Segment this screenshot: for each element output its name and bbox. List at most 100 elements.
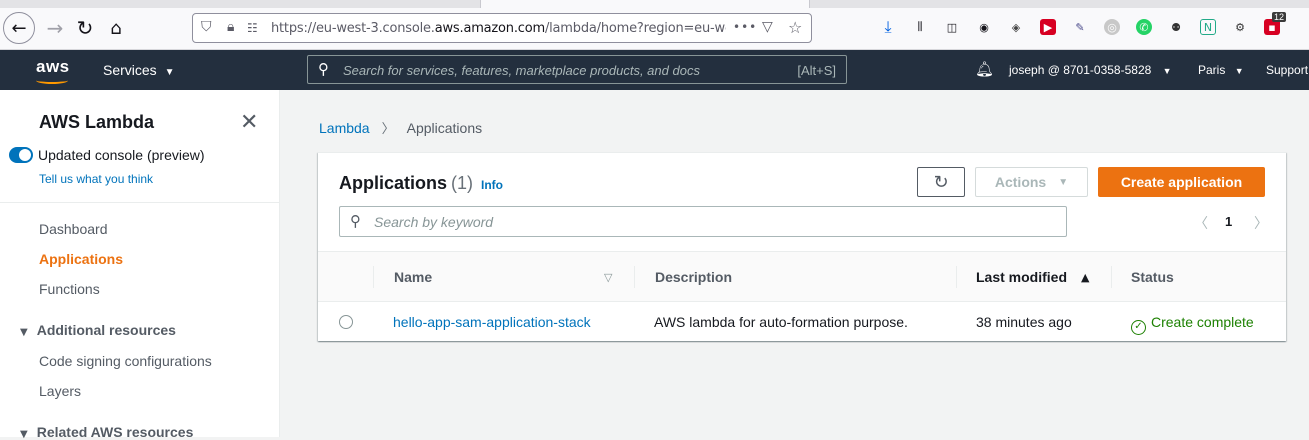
reload-button[interactable]: ↻ xyxy=(70,13,100,43)
caret-down-icon: ▼ xyxy=(20,327,28,338)
column-last-modified[interactable]: Last modified xyxy=(976,269,1067,285)
column-divider xyxy=(634,266,635,288)
status-badge: ✓ Create complete xyxy=(1131,314,1254,335)
table-row[interactable]: hello-app-sam-application-stack AWS lamb… xyxy=(318,302,1286,342)
breadcrumb: Lambda 〉 Applications xyxy=(319,118,482,137)
caret-down-icon: ▼ xyxy=(1234,66,1244,76)
active-tab[interactable] xyxy=(480,0,810,8)
extension-red-icon[interactable]: ▶ xyxy=(1040,19,1056,35)
column-status[interactable]: Status xyxy=(1131,269,1174,285)
permissions-icon[interactable]: ☷ xyxy=(247,21,258,35)
sidebar-title: AWS Lambda xyxy=(39,112,155,132)
library-icon[interactable]: ⫼ xyxy=(912,19,928,35)
extension-gear-icon[interactable]: ⚙ xyxy=(1232,19,1248,35)
account-icon[interactable]: ◉ xyxy=(976,19,992,35)
section-label: Related AWS resources xyxy=(36,424,194,440)
actions-button[interactable]: Actions ▼ xyxy=(975,167,1088,197)
search-icon: ⚲ xyxy=(350,212,361,230)
caret-down-icon: ▼ xyxy=(1162,66,1172,76)
extension-tag-icon[interactable]: ◈ xyxy=(1008,19,1024,35)
previous-page-icon[interactable]: 〈 xyxy=(1194,213,1208,233)
notification-badge: 12 xyxy=(1272,12,1287,22)
back-button[interactable]: ← xyxy=(3,12,35,44)
refresh-button[interactable]: ↻ xyxy=(917,167,965,197)
next-page-icon[interactable]: 〉 xyxy=(1254,213,1268,233)
sort-ascending-icon[interactable]: ▲ xyxy=(1081,271,1089,284)
aws-smile-icon xyxy=(36,77,68,84)
region-label: Paris xyxy=(1198,63,1226,77)
sidebar-divider xyxy=(0,202,279,203)
actions-label: Actions xyxy=(994,174,1047,190)
check-circle-icon: ✓ xyxy=(1131,320,1146,335)
section-label: Additional resources xyxy=(36,322,176,338)
column-description[interactable]: Description xyxy=(655,269,732,285)
url-path: /lambda/home?region=eu-west-3 xyxy=(544,21,726,36)
sort-icon[interactable]: ▽ xyxy=(604,271,612,284)
global-search[interactable]: ⚲ Search for services, features, marketp… xyxy=(307,55,847,84)
caret-down-icon: ▼ xyxy=(164,67,175,78)
status-text: Create complete xyxy=(1151,314,1254,330)
column-divider xyxy=(373,266,374,288)
application-count: (1) xyxy=(451,173,474,193)
bell-icon[interactable]: 🔔︎ xyxy=(975,60,994,78)
application-description: AWS lambda for auto-formation purpose. xyxy=(654,314,908,330)
column-divider xyxy=(956,266,957,288)
caret-down-icon: ▼ xyxy=(20,429,28,440)
sidebar-item-applications[interactable]: Applications xyxy=(39,251,123,267)
preview-toggle-label: Updated console (preview) xyxy=(38,147,205,163)
forward-button[interactable]: → xyxy=(40,13,70,43)
search-icon: ⚲ xyxy=(318,60,329,78)
aws-logo[interactable]: aws xyxy=(36,57,70,77)
extension-n-icon[interactable]: N xyxy=(1200,19,1216,35)
current-page[interactable]: 1 xyxy=(1225,214,1232,229)
sidebar-item-layers[interactable]: Layers xyxy=(39,383,81,399)
services-label: Services xyxy=(103,62,157,78)
preview-toggle[interactable] xyxy=(9,147,33,163)
sidebar-item-code-signing[interactable]: Code signing configurations xyxy=(39,353,212,369)
feedback-link[interactable]: Tell us what you think xyxy=(39,172,153,186)
pocket-icon[interactable]: ▽ xyxy=(762,19,773,35)
eyedropper-icon[interactable]: ✎ xyxy=(1072,19,1088,35)
url-text[interactable]: https://eu-west-3.console.aws.amazon.com… xyxy=(271,21,726,36)
keyword-search-placeholder: Search by keyword xyxy=(374,214,494,230)
breadcrumb-current: Applications xyxy=(406,120,483,136)
extension-grey-icon[interactable]: ◎ xyxy=(1104,19,1120,35)
support-menu[interactable]: Support xyxy=(1266,63,1308,77)
create-application-button[interactable]: Create application xyxy=(1098,167,1265,197)
shield-icon[interactable]: ⛉ xyxy=(201,19,212,35)
url-bar[interactable]: ⛉ 🔒︎ ☷ https://eu-west-3.console.aws.ama… xyxy=(192,13,812,43)
sidebar: AWS Lambda ✕ Updated console (preview) T… xyxy=(0,90,280,440)
additional-resources-section[interactable]: ▼ Additional resources xyxy=(20,322,176,338)
url-domain: aws.amazon.com xyxy=(434,21,545,36)
sidebar-icon[interactable]: ◫ xyxy=(944,19,960,35)
related-resources-section[interactable]: ▼ Related AWS resources xyxy=(20,424,193,440)
panel-title-text: Applications xyxy=(339,173,448,193)
application-name-link[interactable]: hello-app-sam-application-stack xyxy=(393,314,591,330)
application-last-modified: 38 minutes ago xyxy=(976,314,1072,330)
column-divider xyxy=(1111,266,1112,288)
sidebar-item-functions[interactable]: Functions xyxy=(39,281,100,297)
chevron-right-icon: 〉 xyxy=(381,122,395,137)
whatsapp-icon[interactable]: ✆ xyxy=(1136,19,1152,35)
sidebar-item-dashboard[interactable]: Dashboard xyxy=(39,221,108,237)
region-menu[interactable]: Paris ▼ xyxy=(1198,63,1244,77)
bookmark-star-icon[interactable]: ☆ xyxy=(788,18,802,37)
global-search-placeholder: Search for services, features, marketpla… xyxy=(343,63,700,78)
services-menu[interactable]: Services ▼ xyxy=(103,62,174,78)
lock-icon[interactable]: 🔒︎ xyxy=(227,19,234,35)
info-link[interactable]: Info xyxy=(481,178,503,192)
close-icon[interactable]: ✕ xyxy=(240,110,258,135)
home-button[interactable]: ⌂ xyxy=(101,13,131,43)
column-name[interactable]: Name xyxy=(394,269,432,285)
panel-title: Applications (1) xyxy=(339,173,473,194)
extension-dots-icon[interactable]: ⚉ xyxy=(1168,19,1184,35)
caret-down-icon: ▼ xyxy=(1058,176,1069,188)
page-actions-menu[interactable]: ••• xyxy=(733,20,757,34)
breadcrumb-lambda[interactable]: Lambda xyxy=(319,120,370,136)
account-label: joseph @ 8701-0358-5828 xyxy=(1009,63,1152,77)
account-menu[interactable]: joseph @ 8701-0358-5828 ▼ xyxy=(1009,63,1172,77)
downloads-icon[interactable]: ⤓ xyxy=(880,17,896,36)
row-select-radio[interactable] xyxy=(339,315,353,329)
aws-console-header: aws Services ▼ ⚲ Search for services, fe… xyxy=(0,50,1309,90)
keyword-search-input[interactable]: ⚲ Search by keyword xyxy=(339,206,1067,237)
